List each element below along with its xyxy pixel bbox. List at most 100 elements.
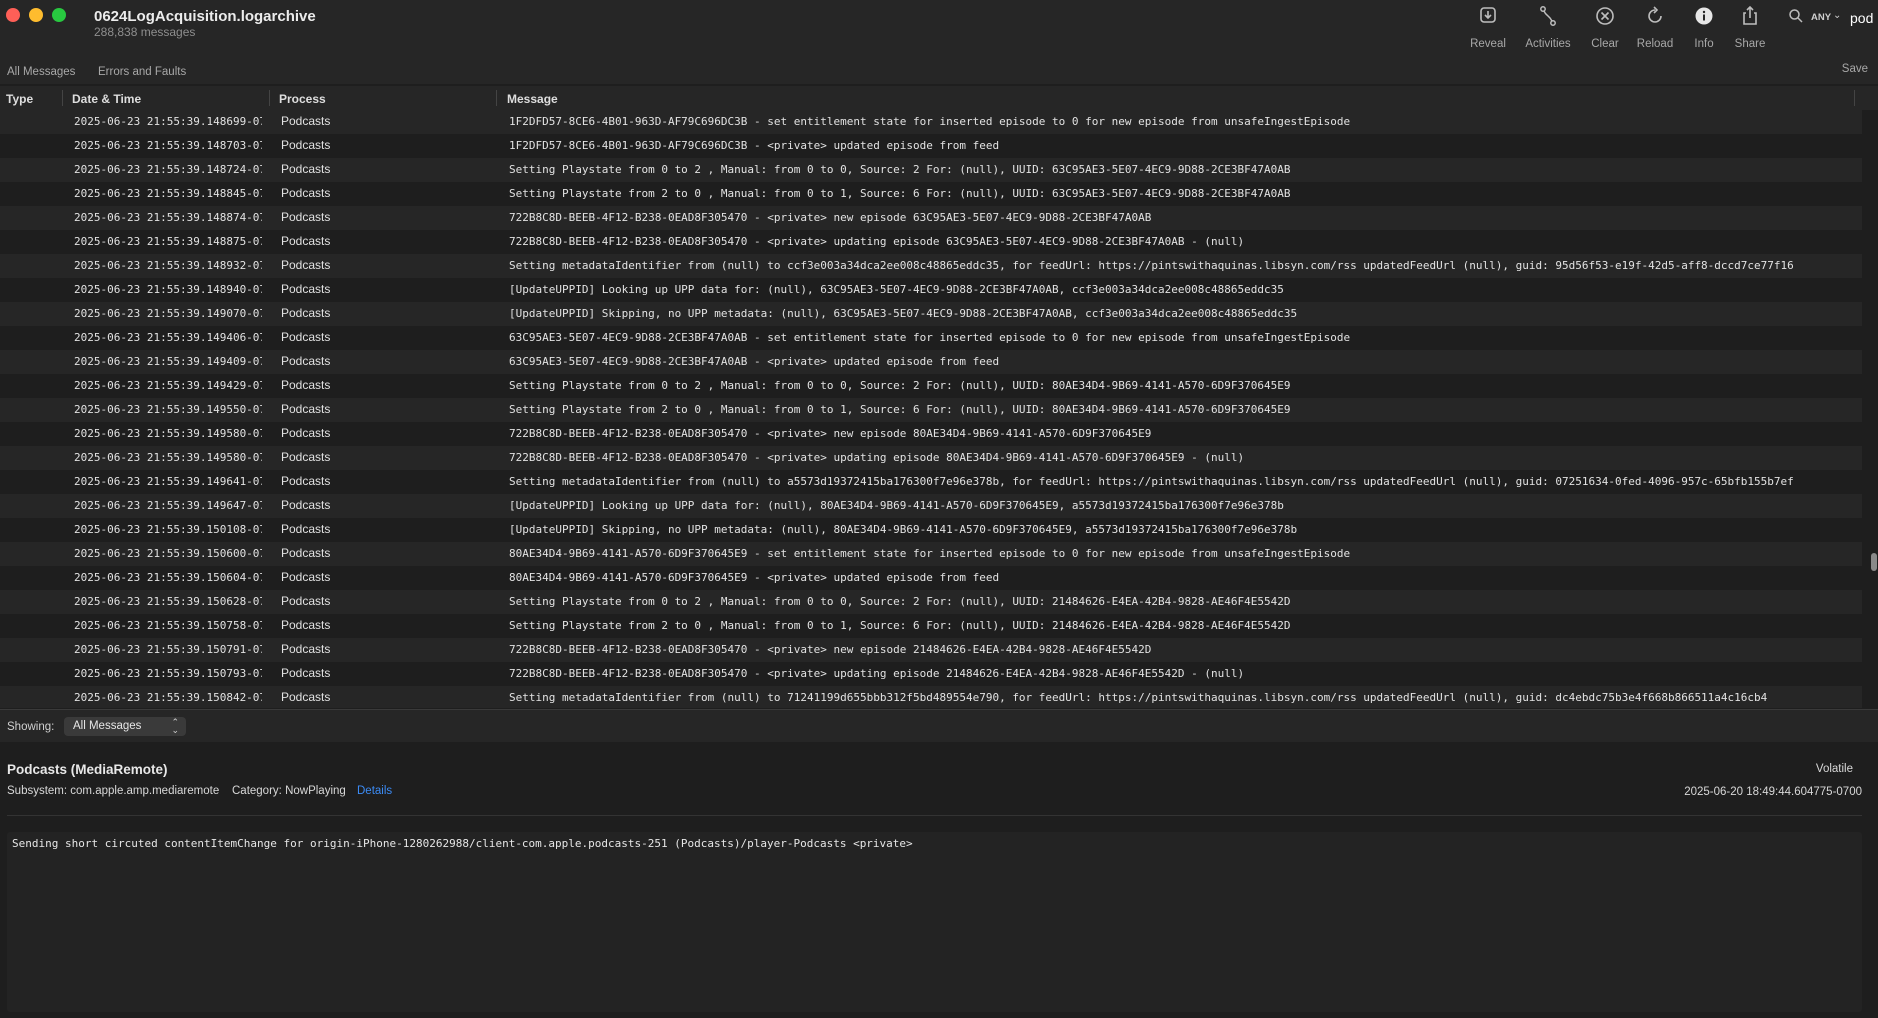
table-row[interactable]: 2025-06-23 21:55:39.149647-0700 Podcasts [… bbox=[0, 494, 1862, 518]
tab-errors-and-faults[interactable]: Errors and Faults bbox=[98, 66, 186, 78]
category-label: Category: bbox=[232, 785, 282, 797]
row-message: [UpdateUPPID] Looking up UPP data for: (… bbox=[509, 499, 1284, 512]
row-message: Setting Playstate from 0 to 2 , Manual: … bbox=[509, 163, 1291, 176]
row-date-time: 2025-06-23 21:55:39.148845-0700 bbox=[74, 187, 262, 200]
row-message: 1F2DFD57-8CE6-4B01-963D-AF79C696DC3B - <… bbox=[509, 139, 1000, 152]
scrollbar-thumb[interactable] bbox=[1871, 553, 1877, 571]
table-row[interactable]: 2025-06-23 21:55:39.150604-0700 Podcasts 8… bbox=[0, 566, 1862, 590]
row-date-time: 2025-06-23 21:55:39.149641-0700 bbox=[74, 475, 262, 488]
row-message: 722B8C8D-BEEB-4F12-B238-0EAD8F305470 - <… bbox=[509, 235, 1245, 248]
row-process: Podcasts bbox=[281, 450, 331, 464]
save-button[interactable]: Save bbox=[1842, 63, 1868, 75]
row-process: Podcasts bbox=[281, 642, 331, 656]
row-process: Podcasts bbox=[281, 138, 331, 152]
row-date-time: 2025-06-23 21:55:39.150758-0700 bbox=[74, 619, 262, 632]
detail-meta: Subsystem: com.apple.amp.mediaremote Cat… bbox=[7, 785, 392, 797]
row-date-time: 2025-06-23 21:55:39.149409-0700 bbox=[74, 355, 262, 368]
row-message: 63C95AE3-5E07-4EC9-9D88-2CE3BF47A0AB - s… bbox=[509, 331, 1351, 344]
details-link[interactable]: Details bbox=[357, 785, 392, 797]
table-row[interactable]: 2025-06-23 21:55:39.149580-0700 Podcasts 7… bbox=[0, 422, 1862, 446]
row-process: Podcasts bbox=[281, 522, 331, 536]
table-row[interactable]: 2025-06-23 21:55:39.148699-0700 Podcasts 1… bbox=[0, 110, 1862, 134]
table-row[interactable]: 2025-06-23 21:55:39.148932-0700 Podcasts S… bbox=[0, 254, 1862, 278]
row-message: 722B8C8D-BEEB-4F12-B238-0EAD8F305470 - <… bbox=[509, 211, 1152, 224]
row-message: 80AE34D4-9B69-4141-A570-6D9F370645E9 - <… bbox=[509, 571, 1000, 584]
row-process: Podcasts bbox=[281, 618, 331, 632]
message-count: 288,838 messages bbox=[94, 25, 196, 39]
row-date-time: 2025-06-23 21:55:39.150793-0700 bbox=[74, 667, 262, 680]
table-row[interactable]: 2025-06-23 21:55:39.150791-0700 Podcasts 7… bbox=[0, 638, 1862, 662]
row-message: 1F2DFD57-8CE6-4B01-963D-AF79C696DC3B - s… bbox=[509, 115, 1351, 128]
share-button[interactable]: Share bbox=[1717, 2, 1783, 50]
table-row[interactable]: 2025-06-23 21:55:39.150108-0700 Podcasts [… bbox=[0, 518, 1862, 542]
row-date-time: 2025-06-23 21:55:39.148932-0700 bbox=[74, 259, 262, 272]
row-message: Setting metadataIdentifier from (null) t… bbox=[509, 259, 1794, 272]
tab-all-messages[interactable]: All Messages bbox=[7, 66, 75, 78]
log-table[interactable]: 2025-06-23 21:55:39.148699-0700 Podcasts 1… bbox=[0, 110, 1862, 708]
showing-select[interactable]: All Messages ⌃ ⌄ bbox=[64, 717, 186, 736]
row-process: Podcasts bbox=[281, 186, 331, 200]
row-message: Setting Playstate from 2 to 0 , Manual: … bbox=[509, 619, 1291, 632]
chevron-down-icon[interactable]: ⌄ bbox=[1833, 10, 1841, 21]
table-row[interactable]: 2025-06-23 21:55:39.149409-0700 Podcasts 6… bbox=[0, 350, 1862, 374]
reveal-button[interactable]: Reveal bbox=[1455, 2, 1521, 50]
search-icon[interactable] bbox=[1788, 8, 1804, 24]
table-row[interactable]: 2025-06-23 21:55:39.150628-0700 Podcasts S… bbox=[0, 590, 1862, 614]
table-row[interactable]: 2025-06-23 21:55:39.150600-0700 Podcasts 8… bbox=[0, 542, 1862, 566]
row-message: [UpdateUPPID] Looking up UPP data for: (… bbox=[509, 283, 1284, 296]
detail-message: Sending short circuted contentItemChange… bbox=[12, 837, 913, 850]
zoom-window-button[interactable] bbox=[52, 8, 66, 22]
up-down-chevron-icon: ⌃ ⌄ bbox=[171, 717, 179, 735]
table-row[interactable]: 2025-06-23 21:55:39.148845-0700 Podcasts S… bbox=[0, 182, 1862, 206]
table-row[interactable]: 2025-06-23 21:55:39.149550-0700 Podcasts S… bbox=[0, 398, 1862, 422]
minimize-window-button[interactable] bbox=[29, 8, 43, 22]
table-row[interactable]: 2025-06-23 21:55:39.150842-0700 Podcasts S… bbox=[0, 686, 1862, 708]
table-row[interactable]: 2025-06-23 21:55:39.149641-0700 Podcasts S… bbox=[0, 470, 1862, 494]
row-date-time: 2025-06-23 21:55:39.150600-0700 bbox=[74, 547, 262, 560]
row-date-time: 2025-06-23 21:55:39.150604-0700 bbox=[74, 571, 262, 584]
scrollbar[interactable] bbox=[1862, 110, 1878, 708]
search-scope[interactable]: ANY bbox=[1811, 12, 1831, 23]
column-message[interactable]: Message bbox=[507, 92, 558, 106]
detail-message-box[interactable]: Sending short circuted contentItemChange… bbox=[7, 832, 1862, 1012]
row-process: Podcasts bbox=[281, 546, 331, 560]
row-date-time: 2025-06-23 21:55:39.149070-0700 bbox=[74, 307, 262, 320]
column-type[interactable]: Type bbox=[6, 92, 33, 106]
row-date-time: 2025-06-23 21:55:39.149550-0700 bbox=[74, 403, 262, 416]
table-row[interactable]: 2025-06-23 21:55:39.148724-0700 Podcasts S… bbox=[0, 158, 1862, 182]
table-row[interactable]: 2025-06-23 21:55:39.150758-0700 Podcasts S… bbox=[0, 614, 1862, 638]
filter-bar: All Messages Errors and Faults Save bbox=[0, 56, 1878, 84]
row-date-time: 2025-06-23 21:55:39.148724-0700 bbox=[74, 163, 262, 176]
row-process: Podcasts bbox=[281, 354, 331, 368]
table-row[interactable]: 2025-06-23 21:55:39.149406-0700 Podcasts 6… bbox=[0, 326, 1862, 350]
search-input[interactable]: pod bbox=[1850, 10, 1873, 26]
table-row[interactable]: 2025-06-23 21:55:39.149429-0700 Podcasts S… bbox=[0, 374, 1862, 398]
showing-bar: Showing: All Messages ⌃ ⌄ bbox=[0, 709, 1878, 743]
column-divider[interactable] bbox=[62, 90, 63, 106]
row-process: Podcasts bbox=[281, 498, 331, 512]
table-row[interactable]: 2025-06-23 21:55:39.148940-0700 Podcasts [… bbox=[0, 278, 1862, 302]
row-process: Podcasts bbox=[281, 402, 331, 416]
row-date-time: 2025-06-23 21:55:39.150108-0700 bbox=[74, 523, 262, 536]
row-process: Podcasts bbox=[281, 114, 331, 128]
column-divider[interactable] bbox=[496, 90, 497, 106]
showing-value: All Messages bbox=[73, 720, 142, 732]
close-window-button[interactable] bbox=[6, 8, 20, 22]
row-date-time: 2025-06-23 21:55:39.149647-0700 bbox=[74, 499, 262, 512]
column-process[interactable]: Process bbox=[279, 92, 326, 106]
table-row[interactable]: 2025-06-23 21:55:39.149580-0700 Podcasts 7… bbox=[0, 446, 1862, 470]
detail-volatile: Volatile bbox=[1815, 763, 1853, 775]
column-divider[interactable] bbox=[269, 90, 270, 106]
column-date-time[interactable]: Date & Time bbox=[72, 92, 141, 106]
activities-icon bbox=[1540, 6, 1556, 26]
table-row[interactable]: 2025-06-23 21:55:39.148703-0700 Podcasts 1… bbox=[0, 134, 1862, 158]
subsystem-label: Subsystem: bbox=[7, 785, 68, 797]
row-process: Podcasts bbox=[281, 570, 331, 584]
table-row[interactable]: 2025-06-23 21:55:39.148874-0700 Podcasts 7… bbox=[0, 206, 1862, 230]
table-row[interactable]: 2025-06-23 21:55:39.148875-0700 Podcasts 7… bbox=[0, 230, 1862, 254]
table-row[interactable]: 2025-06-23 21:55:39.149070-0700 Podcasts [… bbox=[0, 302, 1862, 326]
table-row[interactable]: 2025-06-23 21:55:39.150793-0700 Podcasts 7… bbox=[0, 662, 1862, 686]
column-divider[interactable] bbox=[1854, 90, 1855, 106]
row-date-time: 2025-06-23 21:55:39.149580-0700 bbox=[74, 451, 262, 464]
row-process: Podcasts bbox=[281, 666, 331, 680]
